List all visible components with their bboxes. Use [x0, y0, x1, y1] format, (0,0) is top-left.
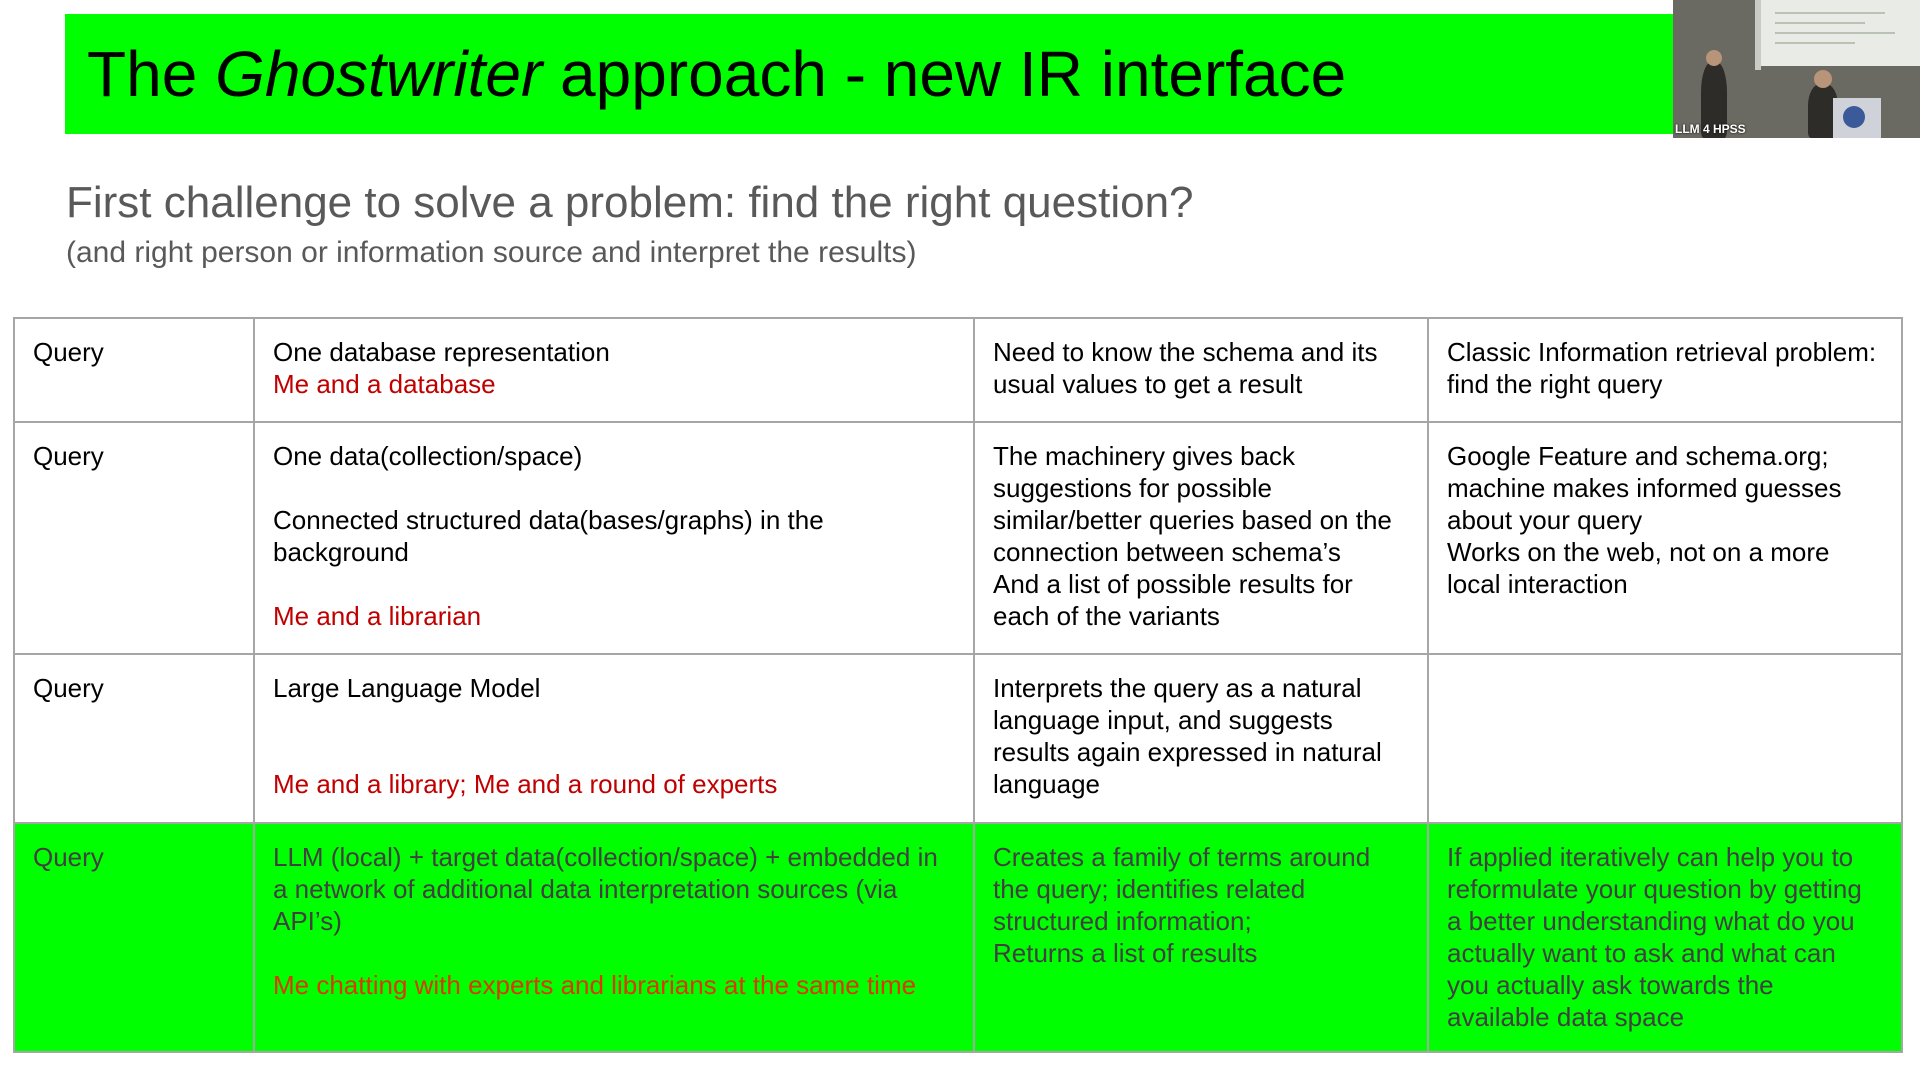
- video-person-left-head: [1706, 50, 1722, 66]
- approach-cell: One data(collection/space) Connected str…: [253, 421, 975, 655]
- video-person-right-head: [1814, 70, 1832, 88]
- row-label-cell: Query: [13, 421, 255, 655]
- mechanism-cell: Need to know the schema and its usual va…: [973, 317, 1429, 423]
- video-caption: LLM 4 HPSS: [1675, 122, 1746, 136]
- mechanism-text: Need to know the schema and its usual va…: [993, 337, 1378, 399]
- approach-cell: Large Language Model Me and a library; M…: [253, 653, 975, 824]
- row-label: Query: [33, 842, 104, 872]
- slide-title: The Ghostwriter approach - new IR interf…: [87, 42, 1346, 106]
- remark-cell: Classic Information retrieval problem: f…: [1427, 317, 1903, 423]
- approach-cell: One database representation Me and a dat…: [253, 317, 975, 423]
- video-screen-line: [1775, 42, 1855, 44]
- video-podium-logo: [1843, 106, 1865, 128]
- row-label-cell: Query: [13, 822, 255, 1053]
- video-screen-line: [1775, 12, 1885, 14]
- title-prefix: The: [87, 38, 216, 110]
- approach-text: One database representation: [273, 337, 610, 367]
- remark-text: Classic Information retrieval problem: f…: [1447, 337, 1877, 399]
- approach-analogy: Me and a database: [273, 369, 496, 399]
- comparison-table: Query One database representation Me and…: [13, 317, 1903, 1053]
- approach-analogy: Me chatting with experts and librarians …: [273, 970, 917, 1000]
- title-suffix: approach - new IR interface: [542, 38, 1347, 110]
- approach-text: LLM (local) + target data(collection/spa…: [273, 842, 938, 936]
- remark-cell: [1427, 653, 1903, 824]
- remark-cell: Google Feature and schema.org; machine m…: [1427, 421, 1903, 655]
- mechanism-cell: Interprets the query as a natural langua…: [973, 653, 1429, 824]
- title-italic: Ghostwriter: [215, 38, 543, 110]
- approach-text: One data(collection/space): [273, 441, 583, 471]
- table-row: Query One data(collection/space) Connect…: [13, 421, 1903, 655]
- mechanism-cell: Creates a family of terms around the que…: [973, 822, 1429, 1053]
- slide-subnote: (and right person or information source …: [66, 236, 917, 269]
- table-row: Query One database representation Me and…: [13, 317, 1903, 423]
- video-projection-screen: [1761, 0, 1920, 66]
- remark-cell: If applied iteratively can help you to r…: [1427, 822, 1903, 1053]
- table-row: Query Large Language Model Me and a libr…: [13, 653, 1903, 824]
- row-label-cell: Query: [13, 317, 255, 423]
- video-screen-line: [1775, 22, 1865, 24]
- row-label: Query: [33, 441, 104, 471]
- approach-text: Large Language Model: [273, 673, 541, 703]
- mechanism-text: And a list of possible results for each …: [993, 569, 1353, 631]
- approach-analogy: Me and a library; Me and a round of expe…: [273, 769, 778, 799]
- mechanism-cell: The machinery gives back suggestions for…: [973, 421, 1429, 655]
- remark-text: Google Feature and schema.org; machine m…: [1447, 441, 1842, 535]
- approach-detail: Connected structured data(bases/graphs) …: [273, 505, 824, 567]
- slide-subtitle: First challenge to solve a problem: find…: [66, 178, 1194, 227]
- row-label-cell: Query: [13, 653, 255, 824]
- slide-title-bar: The Ghostwriter approach - new IR interf…: [65, 14, 1675, 134]
- video-screen-line: [1775, 32, 1895, 34]
- approach-analogy: Me and a librarian: [273, 601, 482, 631]
- row-label: Query: [33, 673, 104, 703]
- table-row-highlighted: Query LLM (local) + target data(collecti…: [13, 822, 1903, 1053]
- row-label: Query: [33, 337, 104, 367]
- mechanism-text: Interprets the query as a natural langua…: [993, 673, 1382, 799]
- mechanism-text: Creates a family of terms around the que…: [993, 842, 1371, 936]
- mechanism-text: Returns a list of results: [993, 938, 1258, 968]
- speaker-video-thumbnail[interactable]: LLM 4 HPSS: [1673, 0, 1920, 138]
- mechanism-text: The machinery gives back suggestions for…: [993, 441, 1392, 567]
- remark-text: Works on the web, not on a more local in…: [1447, 537, 1830, 599]
- remark-text: If applied iteratively can help you to r…: [1447, 842, 1862, 1032]
- approach-cell: LLM (local) + target data(collection/spa…: [253, 822, 975, 1053]
